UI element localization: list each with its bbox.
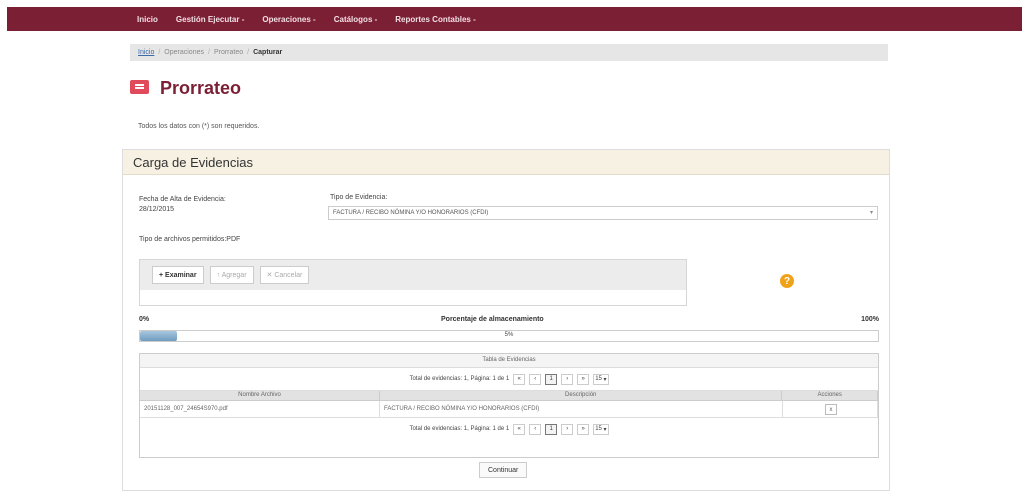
evidence-panel: Carga de Evidencias Fecha de Alta de Evi… (122, 149, 890, 491)
main-nav: Inicio Gestión Ejecutar - Operaciones - … (137, 7, 476, 31)
cell-actions: x (783, 401, 878, 417)
table-row: 20151128_007_24654S970.pdf FACTURA / REC… (140, 401, 878, 418)
pager-text: Total de evidencias: 1, Página: 1 de 1 (409, 376, 510, 382)
next-page-button[interactable]: › (561, 373, 574, 385)
top-navbar: Inicio Gestión Ejecutar - Operaciones - … (7, 7, 1022, 31)
percent-max: 100% (861, 316, 879, 323)
nav-operaciones[interactable]: Operaciones - (262, 15, 315, 24)
next-page-button[interactable]: › (561, 423, 574, 435)
table-caption: Tabla de Evidencias (140, 354, 878, 368)
percent-label: Porcentaje de almacenamiento (441, 316, 544, 323)
header-acciones: Acciones (782, 391, 878, 400)
page-title: Prorrateo (160, 78, 242, 98)
last-page-button[interactable]: » (577, 423, 590, 435)
required-note: Todos los datos con (*) son requeridos. (138, 123, 260, 130)
nav-gestion[interactable]: Gestión Ejecutar - (176, 15, 244, 24)
fecha-value: 28/12/2015 (139, 206, 175, 213)
first-page-button[interactable]: « (513, 373, 526, 385)
menu-icon (130, 80, 149, 94)
delete-icon[interactable]: x (825, 404, 837, 415)
storage-progress-bar: 5% (139, 330, 879, 342)
breadcrumb-prorrateo[interactable]: Prorrateo (214, 49, 243, 56)
examinar-button[interactable]: + Examinar (152, 266, 204, 284)
breadcrumb-operaciones[interactable]: Operaciones (164, 49, 204, 56)
table-header: Nombre Archivo Descripción Acciones (140, 390, 878, 401)
storage-percentage-row: 0% Porcentaje de almacenamiento 100% (139, 316, 879, 326)
first-page-button[interactable]: « (513, 423, 526, 435)
breadcrumb-separator: / (208, 49, 210, 56)
tipo-evidencia-value: FACTURA / RECIBO NÓMINA Y/O HONORARIOS (… (333, 210, 489, 216)
breadcrumb-current: Capturar (253, 49, 283, 56)
page-number-button[interactable]: 1 (545, 373, 558, 385)
allowed-file-types: Tipo de archivos permitidos:PDF (139, 236, 241, 243)
continuar-button[interactable]: Continuar (479, 462, 528, 478)
header-descripcion[interactable]: Descripción (380, 391, 783, 400)
tipo-evidencia-select[interactable]: FACTURA / RECIBO NÓMINA Y/O HONORARIOS (… (328, 206, 878, 220)
table-pager-top: Total de evidencias: 1, Página: 1 de 1 «… (140, 368, 878, 390)
table-pager-bottom: Total de evidencias: 1, Página: 1 de 1 «… (140, 418, 878, 440)
prev-page-button[interactable]: ‹ (529, 373, 542, 385)
fecha-label: Fecha de Alta de Evidencia: (139, 196, 226, 203)
page-size-value: 15 (595, 426, 602, 432)
page-size-select[interactable]: 15 ▾ (593, 373, 609, 385)
cancelar-button[interactable]: ✕ Cancelar (259, 266, 310, 284)
cell-desc: FACTURA / RECIBO NÓMINA Y/O HONORARIOS (… (380, 401, 783, 417)
page-size-select[interactable]: 15 ▾ (593, 423, 609, 435)
agregar-button[interactable]: ↑ Agregar (209, 266, 254, 284)
breadcrumb-separator: / (158, 49, 161, 56)
header-nombre-archivo[interactable]: Nombre Archivo (140, 391, 381, 400)
page-number-button[interactable]: 1 (545, 423, 558, 435)
nav-inicio[interactable]: Inicio (137, 15, 158, 24)
last-page-button[interactable]: » (577, 373, 590, 385)
evidence-table: Tabla de Evidencias Total de evidencias:… (139, 353, 879, 458)
breadcrumb: Inicio / Operaciones / Prorrateo / Captu… (130, 44, 888, 61)
breadcrumb-inicio[interactable]: Inicio (138, 49, 154, 56)
prev-page-button[interactable]: ‹ (529, 423, 542, 435)
progress-value: 5% (504, 332, 514, 338)
pager-text-bottom: Total de evidencias: 1, Página: 1 de 1 (409, 426, 510, 432)
uploader-toolbar: + Examinar ↑ Agregar ✕ Cancelar (140, 260, 686, 290)
percent-min: 0% (139, 316, 150, 323)
panel-title: Carga de Evidencias (123, 150, 889, 175)
page-size-value: 15 (595, 376, 602, 382)
chevron-down-icon: ▾ (869, 210, 873, 216)
help-icon[interactable]: ? (780, 274, 794, 288)
cell-file: 20151128_007_24654S970.pdf (140, 401, 380, 417)
file-uploader: + Examinar ↑ Agregar ✕ Cancelar (139, 259, 687, 306)
nav-reportes[interactable]: Reportes Contables - (395, 15, 475, 24)
breadcrumb-separator: / (247, 49, 250, 56)
tipo-evidencia-label: Tipo de Evidencia: (330, 194, 388, 201)
nav-catalogos[interactable]: Catálogos - (334, 15, 378, 24)
